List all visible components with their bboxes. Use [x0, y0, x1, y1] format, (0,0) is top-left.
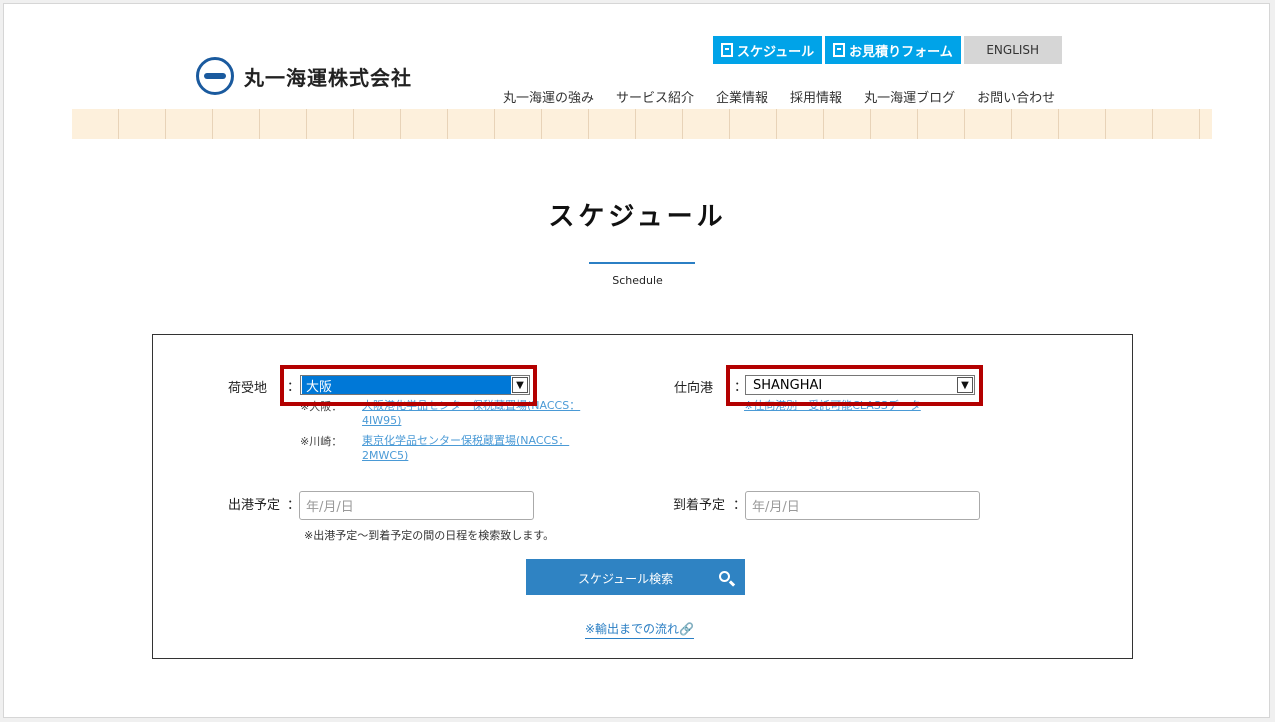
origin-note-mark-kawasaki: ※川崎： — [300, 435, 343, 448]
depart-label: 出港予定 — [228, 498, 281, 513]
chevron-down-icon: ▼ — [512, 377, 528, 393]
origin-note-link-kawasaki[interactable]: 東京化学品センター保税蔵置場(NACCS：2MWC5) — [362, 433, 594, 463]
arrive-label: 到着予定 — [673, 498, 726, 513]
origin-label: 荷受地 — [228, 381, 268, 396]
search-icon — [719, 571, 730, 582]
dest-select[interactable]: SHANGHAI ▼ — [745, 375, 975, 395]
search-button-label: スケジュール検索 — [578, 572, 674, 586]
nav-item-contact[interactable]: お問い合わせ — [977, 87, 1055, 106]
depart-date-input[interactable]: 年/月/日 — [299, 491, 534, 520]
export-flow-link[interactable]: ※輸出までの流れ🔗 — [585, 620, 695, 639]
english-button[interactable]: ENGLISH — [963, 36, 1062, 64]
dest-selected-value: SHANGHAI — [753, 377, 823, 393]
quote-form-button[interactable]: お見積りフォーム — [825, 36, 961, 64]
page-title: スケジュール — [548, 202, 727, 232]
company-logo[interactable]: 丸一海運株式会社 — [196, 57, 412, 95]
nav-item-blog[interactable]: 丸一海運ブログ — [864, 87, 955, 106]
schedule-search-button[interactable]: スケジュール検索 — [526, 559, 745, 595]
nav-item-services[interactable]: サービス紹介 — [616, 87, 694, 106]
origin-selected-value: 大阪 — [302, 376, 511, 395]
nav-item-recruit[interactable]: 採用情報 — [790, 87, 842, 106]
header-banner — [72, 109, 1212, 139]
arrive-date-input[interactable]: 年/月/日 — [745, 491, 980, 520]
chevron-down-icon: ▼ — [957, 377, 973, 393]
logo-mark-icon — [196, 57, 234, 95]
top-buttons: スケジュール お見積りフォーム ENGLISH — [713, 36, 1062, 64]
title-underline — [589, 262, 695, 264]
dest-label: 仕向港 — [674, 381, 714, 396]
origin-select[interactable]: 大阪 ▼ — [300, 375, 530, 395]
origin-colon: ： — [287, 380, 301, 395]
link-icon: 🔗 — [679, 622, 695, 636]
date-range-note: ※出港予定〜到着予定の間の日程を検索致します。 — [304, 529, 555, 542]
main-nav: 丸一海運の強み サービス紹介 企業情報 採用情報 丸一海運ブログ お問い合わせ — [503, 87, 1055, 106]
calendar-icon — [721, 43, 733, 57]
document-icon — [833, 43, 846, 57]
nav-item-strengths[interactable]: 丸一海運の強み — [503, 87, 594, 106]
schedule-button[interactable]: スケジュール — [713, 36, 823, 64]
nav-item-company[interactable]: 企業情報 — [716, 87, 768, 106]
company-name: 丸一海運株式会社 — [244, 65, 412, 90]
page-subtitle: Schedule — [612, 274, 663, 287]
